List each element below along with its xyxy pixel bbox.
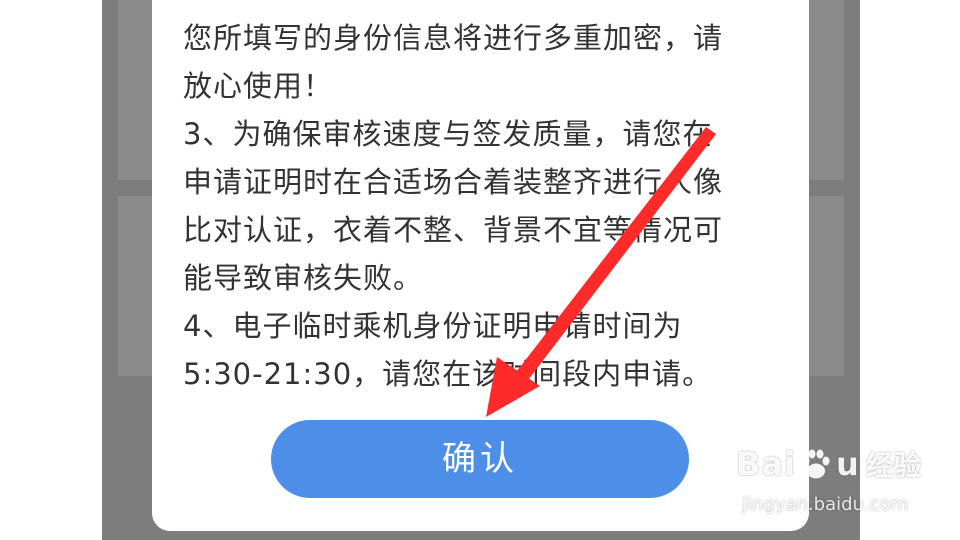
watermark-url: jingyan.baidu.com	[742, 494, 909, 515]
dialog-body: 您所填写的身份信息将进行多重加密，请 放心使用！ 3、为确保审核速度与签发质量，…	[183, 14, 783, 398]
baidu-jingyan-watermark: Bai u 经验 jingyan.baidu.com	[736, 440, 946, 530]
notice-line: 放心使用！	[183, 69, 334, 103]
notice-line: 能导致审核失败。	[183, 261, 424, 295]
baidu-paw-icon	[802, 449, 830, 479]
confirm-button[interactable]: 确认	[271, 420, 689, 498]
notice-item-4: 4、电子临时乘机身份证明申请时间为 5:30-21:30，请您在该时间段内申请。	[183, 302, 783, 398]
notice-line: 4、电子临时乘机身份证明申请时间为	[183, 309, 683, 343]
notice-line: 比对认证，衣着不整、背景不宜等情况可	[183, 213, 724, 247]
notice-line: 申请证明时在合适场合着装整齐进行人像	[183, 165, 724, 199]
notice-line: 您所填写的身份信息将进行多重加密，请	[183, 21, 724, 55]
notice-item-3: 3、为确保审核速度与签发质量，请您在 申请证明时在合适场合着装整齐进行人像 比对…	[183, 110, 783, 302]
watermark-brand-cn: 经验	[865, 449, 922, 482]
notice-line: 5:30-21:30，请您在该时间段内申请。	[183, 357, 713, 391]
notice-item: 您所填写的身份信息将进行多重加密，请 放心使用！	[183, 14, 783, 110]
notice-line: 3、为确保审核速度与签发质量，请您在	[183, 117, 713, 151]
screenshot: 您所填写的身份信息将进行多重加密，请 放心使用！ 3、为确保审核速度与签发质量，…	[0, 0, 960, 540]
watermark-brand-left: Bai	[736, 445, 796, 483]
watermark-brand-right: u	[835, 445, 860, 483]
